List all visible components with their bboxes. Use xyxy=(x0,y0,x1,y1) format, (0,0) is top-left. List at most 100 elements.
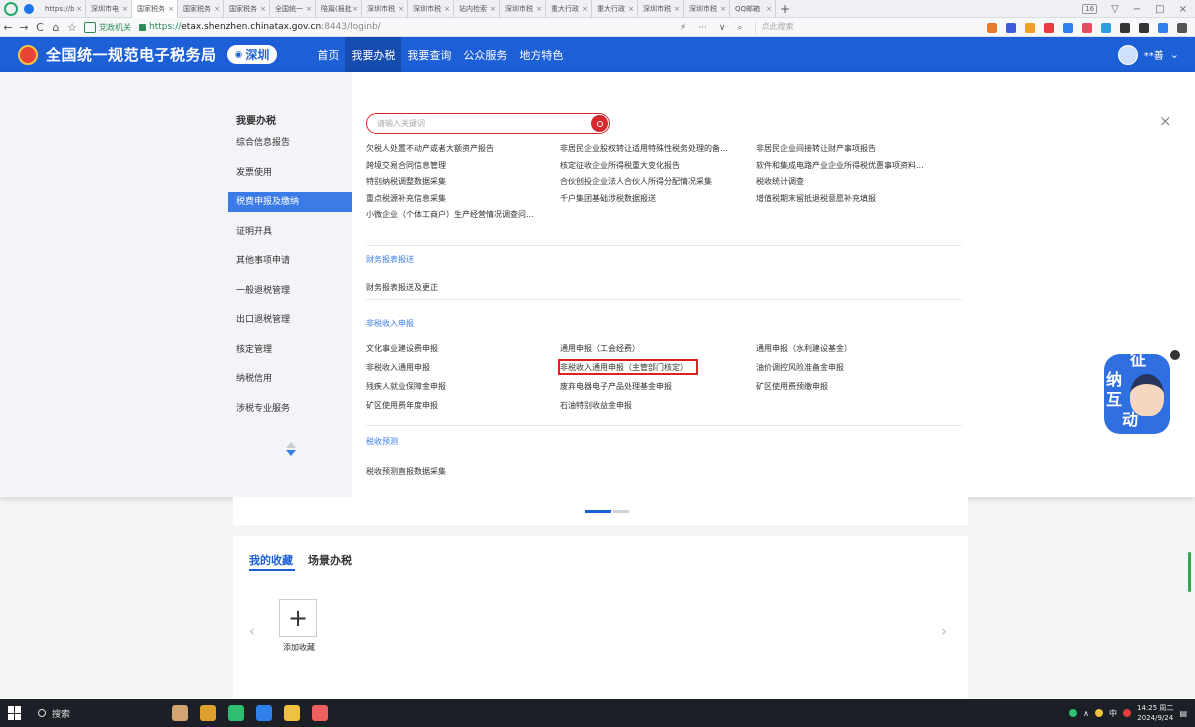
browser-tab[interactable]: 陪篇(报批 × xyxy=(316,0,362,18)
menu-link[interactable]: 残疾人就业保障金申报 xyxy=(366,381,446,392)
tab-close-icon[interactable]: × xyxy=(628,5,634,13)
maximize-button[interactable]: □ xyxy=(1155,4,1164,15)
browser-tab[interactable]: 国家税务 × xyxy=(178,0,224,18)
tab-close-icon[interactable]: × xyxy=(674,5,680,13)
taskbar-app-icon[interactable] xyxy=(200,705,216,721)
menu-link[interactable]: 税收统计调查 xyxy=(756,176,804,187)
menu-link[interactable]: 欠税人处置不动产或者大额资产报告 xyxy=(366,143,494,154)
menu-link[interactable]: 非居民企业间接转让财产事项报告 xyxy=(756,143,876,154)
site-title[interactable]: 全国统一规范电子税务局 xyxy=(46,44,217,65)
toolbar-extension-icon[interactable] xyxy=(1025,22,1035,33)
ime-indicator[interactable]: 中 xyxy=(1109,708,1117,719)
toolbar-extension-icon[interactable] xyxy=(1082,22,1092,33)
sidebar-item[interactable]: 综合信息报告 xyxy=(228,133,352,153)
bolt-icon[interactable]: ⚡ xyxy=(680,23,686,33)
home-button[interactable]: ⌂ xyxy=(48,21,64,34)
tab-close-icon[interactable]: × xyxy=(306,5,312,13)
close-window-button[interactable]: × xyxy=(1179,4,1187,15)
browser-tab[interactable]: 全国统一 × xyxy=(270,0,316,18)
back-button[interactable]: ← xyxy=(0,21,16,34)
nav-item[interactable]: 地方特色 xyxy=(513,37,569,72)
tab-close-icon[interactable]: × xyxy=(536,5,542,13)
tray-app-icon[interactable] xyxy=(1069,709,1078,717)
sidebar-item[interactable]: 发票使用 xyxy=(228,163,352,183)
sidebar-item[interactable]: 纳税信用 xyxy=(228,369,352,389)
toolbar-extension-icon[interactable] xyxy=(1139,22,1149,33)
carousel-dot-active[interactable] xyxy=(585,510,611,513)
sidebar-item[interactable]: 核定管理 xyxy=(228,340,352,360)
menu-link[interactable]: 重点税源补充信息采集 xyxy=(366,193,446,204)
new-tab-button[interactable]: + xyxy=(776,2,794,16)
nav-item[interactable]: 我要查询 xyxy=(401,37,457,72)
taskbar-app-icon[interactable] xyxy=(284,705,300,721)
tab-close-icon[interactable]: × xyxy=(352,5,358,13)
tab-close-icon[interactable]: × xyxy=(582,5,588,13)
browser-tab[interactable]: 深圳市税 × xyxy=(408,0,454,18)
menu-link[interactable]: 特别纳税调整数据采集 xyxy=(366,176,446,187)
scroll-up-icon[interactable] xyxy=(286,442,296,448)
sidebar-item[interactable]: 其他事项申请 xyxy=(228,251,352,271)
browser-tab[interactable]: 深圳市税 × xyxy=(638,0,684,18)
sidebar-item[interactable]: 出口退税管理 xyxy=(228,310,352,330)
city-selector[interactable]: ◉ 深圳 xyxy=(226,45,278,64)
menu-link[interactable]: 核定征收企业所得税重大变化报告 xyxy=(560,160,680,171)
tax-helper-widget[interactable]: 征 纳 互 动 xyxy=(1100,346,1180,442)
clock[interactable]: 14:25 周二 2024/9/24 xyxy=(1137,703,1173,723)
browser-tab[interactable]: 站内检索 × xyxy=(454,0,500,18)
taskbar-app-icon[interactable] xyxy=(228,705,244,721)
browser-search-input[interactable]: 点此搜索 xyxy=(754,21,875,34)
url-field[interactable]: 党政机关 https:// etax.shenzhen.chinatax.gov… xyxy=(84,20,524,35)
tab-close-icon[interactable]: × xyxy=(720,5,726,13)
browser-tab[interactable]: 国家税务 × xyxy=(132,0,178,18)
menu-link[interactable]: 矿区使用费预缴申报 xyxy=(756,381,828,392)
toolbar-extension-icon[interactable] xyxy=(987,22,997,33)
menu-search-input[interactable] xyxy=(367,114,582,133)
carousel-dot[interactable] xyxy=(613,510,629,513)
browser-tab[interactable]: 重大行政 × xyxy=(592,0,638,18)
nav-item[interactable]: 公众服务 xyxy=(457,37,513,72)
tab-my-favorites[interactable]: 我的收藏 xyxy=(249,552,293,568)
notification-icon[interactable]: ▤ xyxy=(1179,709,1187,718)
menu-link[interactable]: 跨境交易合同信息管理 xyxy=(366,160,446,171)
tab-close-icon[interactable]: × xyxy=(766,5,772,13)
user-avatar-icon[interactable] xyxy=(1117,44,1138,65)
menu-link[interactable]: 通用申报（工会经费） xyxy=(560,343,640,354)
more-icon[interactable]: ··· xyxy=(698,23,707,33)
browser-tab[interactable]: 深圳市税 × xyxy=(684,0,730,18)
windows-start-icon[interactable] xyxy=(8,706,22,720)
bookmark-star-icon[interactable]: ☆ xyxy=(64,21,80,34)
taskbar-search[interactable]: 搜索 xyxy=(38,707,70,720)
menu-link[interactable]: 文化事业建设费申报 xyxy=(366,343,438,354)
menu-link[interactable]: 石油特别收益金申报 xyxy=(560,400,632,411)
tab-count-badge[interactable]: 16 xyxy=(1082,4,1098,14)
toolbar-extension-icon[interactable] xyxy=(1006,22,1016,33)
user-name[interactable]: **善 xyxy=(1144,47,1164,62)
menu-link[interactable]: 千户集团基础涉税数据报送 xyxy=(560,193,656,204)
next-arrow-icon[interactable]: › xyxy=(941,622,947,640)
menu-link[interactable]: 小微企业（个体工商户）生产经营情况调查问... xyxy=(366,209,534,220)
page-scrollbar[interactable] xyxy=(1188,552,1191,592)
tab-close-icon[interactable]: × xyxy=(490,5,496,13)
user-menu[interactable]: **善 ⌄ xyxy=(1117,37,1179,72)
browser-tab[interactable]: QQ邮箱 × xyxy=(730,0,776,18)
shield-icon[interactable]: ▽ xyxy=(1111,4,1119,15)
add-favorite-button[interactable]: + xyxy=(279,599,317,637)
toolbar-extension-icon[interactable] xyxy=(1158,22,1168,33)
minimize-button[interactable]: − xyxy=(1133,4,1141,15)
browser-logo-icon[interactable] xyxy=(4,1,18,16)
menu-link[interactable]: 通用申报（水利建设基金） xyxy=(756,343,852,354)
nav-item[interactable]: 首页 xyxy=(311,37,345,72)
prev-arrow-icon[interactable]: ‹ xyxy=(249,622,255,640)
menu-link[interactable]: 废弃电器电子产品处理基金申报 xyxy=(560,381,672,392)
tab-close-icon[interactable]: × xyxy=(122,5,128,13)
sidebar-item[interactable]: 税费申报及缴纳 xyxy=(228,192,352,212)
menu-link[interactable]: 矿区使用费年度申报 xyxy=(366,400,438,411)
taskbar-app-icon[interactable] xyxy=(172,705,188,721)
tab-close-icon[interactable]: × xyxy=(168,5,174,13)
browser-tab[interactable]: 深圳市税 × xyxy=(500,0,546,18)
tab-close-icon[interactable]: × xyxy=(76,5,82,13)
sidebar-item[interactable]: 涉税专业服务 xyxy=(228,399,352,419)
tab-close-icon[interactable]: × xyxy=(444,5,450,13)
sidebar-item[interactable]: 一般退税管理 xyxy=(228,281,352,301)
close-menu-button[interactable]: × xyxy=(1159,112,1172,130)
